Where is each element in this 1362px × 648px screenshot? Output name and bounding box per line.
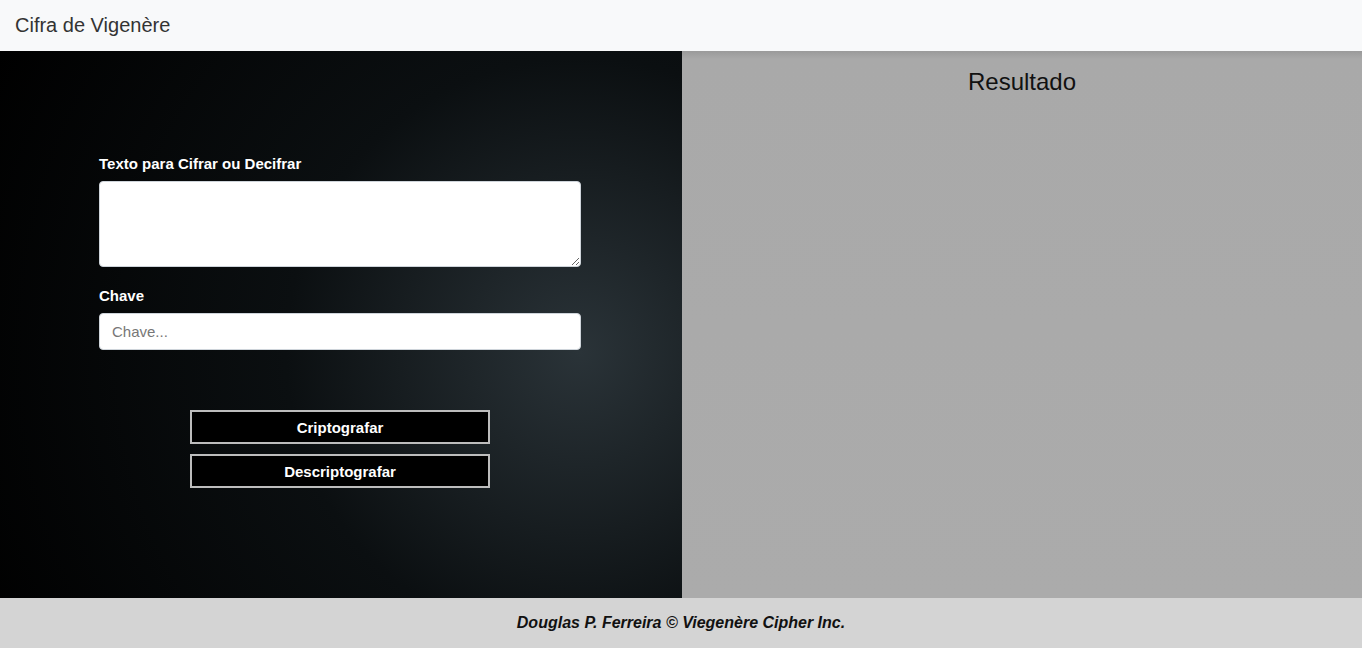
footer: Douglas P. Ferreira © Viegenère Cipher I… xyxy=(0,598,1362,648)
brand-title[interactable]: Cifra de Vigenère xyxy=(15,14,170,37)
result-panel: Resultado xyxy=(682,51,1362,598)
text-input[interactable] xyxy=(99,181,581,267)
footer-text: Douglas P. Ferreira © Viegenère Cipher I… xyxy=(517,614,845,632)
button-stack: Criptografar Descriptografar xyxy=(99,410,581,488)
action-button[interactable]: Descriptografar xyxy=(190,454,490,488)
text-label: Texto para Cifrar ou Decifrar xyxy=(99,155,581,172)
result-title: Resultado xyxy=(968,68,1076,598)
key-input[interactable] xyxy=(99,313,581,350)
key-label: Chave xyxy=(99,287,581,304)
form-panel: Texto para Cifrar ou Decifrar Chave Cripto… xyxy=(0,51,682,598)
main: Texto para Cifrar ou Decifrar Chave Cripto… xyxy=(0,51,1362,598)
page: Cifra de Vigenère Texto para Cifrar ou De… xyxy=(0,0,1362,648)
navbar: Cifra de Vigenère xyxy=(0,0,1362,51)
cipher-form: Texto para Cifrar ou Decifrar Chave Cripto… xyxy=(99,155,581,488)
action-button[interactable]: Criptografar xyxy=(190,410,490,444)
